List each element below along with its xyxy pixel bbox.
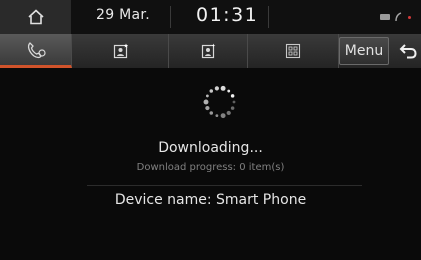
home-button[interactable] bbox=[0, 0, 71, 34]
home-icon bbox=[27, 9, 44, 25]
contact-star-icon bbox=[113, 43, 128, 59]
tab-call-history[interactable] bbox=[0, 34, 72, 68]
loading-spinner-icon bbox=[203, 85, 236, 119]
tab-contacts-download[interactable] bbox=[73, 34, 169, 68]
signal-icon bbox=[395, 12, 402, 22]
phone-toolbar: Menu bbox=[0, 34, 421, 68]
status-bar: 29 Mar. 01:31 bbox=[0, 0, 421, 34]
tab-favorites[interactable] bbox=[169, 34, 248, 68]
status-separator bbox=[170, 6, 171, 28]
alert-dot-icon bbox=[408, 15, 411, 19]
status-date: 29 Mar. bbox=[96, 7, 150, 23]
divider bbox=[87, 185, 362, 186]
back-arrow-icon bbox=[399, 44, 417, 59]
phone-handset-icon bbox=[27, 41, 46, 58]
status-separator bbox=[268, 6, 269, 28]
menu-button[interactable]: Menu bbox=[339, 37, 389, 65]
download-status-title: Downloading... bbox=[158, 140, 263, 156]
status-time: 01:31 bbox=[196, 4, 259, 26]
contact-card-icon bbox=[201, 43, 216, 59]
download-panel: Downloading... Download progress: 0 item… bbox=[0, 68, 421, 260]
download-progress-text: Download progress: 0 item(s) bbox=[136, 162, 285, 173]
back-button[interactable] bbox=[395, 37, 421, 65]
tab-dial-pad[interactable] bbox=[248, 34, 339, 68]
device-name-label: Device name: Smart Phone bbox=[114, 192, 307, 208]
keypad-icon bbox=[285, 43, 301, 59]
battery-icon bbox=[380, 14, 390, 20]
status-icons bbox=[380, 10, 411, 24]
